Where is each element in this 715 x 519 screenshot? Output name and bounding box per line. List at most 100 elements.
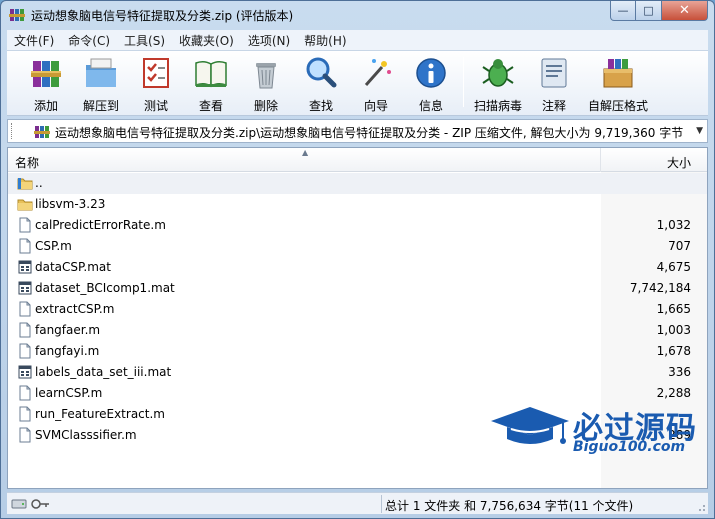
- list-item[interactable]: extractCSP.m 1,665: [8, 299, 707, 320]
- m-file-icon: [19, 238, 31, 254]
- list-item[interactable]: ..: [8, 173, 707, 194]
- window-controls: — □ ✕: [610, 1, 708, 21]
- list-item[interactable]: fangfayi.m 1,678: [8, 341, 707, 362]
- menu-commands[interactable]: 命令(C): [61, 32, 117, 49]
- file-size: 336: [668, 365, 691, 379]
- file-name: CSP.m: [35, 239, 72, 253]
- file-name: ..: [35, 176, 43, 190]
- add-books-icon: [31, 61, 61, 87]
- file-name: calPredictErrorRate.m: [35, 218, 166, 232]
- watermark: 必过源码 Biguo100.com: [487, 401, 696, 457]
- file-name: learnCSP.m: [35, 386, 103, 400]
- menu-bar: 文件(F) 命令(C) 工具(S) 收藏夹(O) 选项(N) 帮助(H): [7, 30, 708, 51]
- column-header-size[interactable]: 大小: [667, 154, 691, 171]
- resize-grip-icon[interactable]: [696, 502, 706, 512]
- minimize-button[interactable]: —: [610, 1, 636, 21]
- folder-up-icon: [17, 178, 33, 190]
- wizard-button[interactable]: 向导: [349, 53, 403, 113]
- list-item[interactable]: dataCSP.mat 4,675: [8, 257, 707, 278]
- m-file-icon: [19, 427, 31, 443]
- winrar-window: 运动想象脑电信号特征提取及分类.zip (评估版本) — □ ✕ 文件(F) 命…: [0, 0, 715, 519]
- menu-tools[interactable]: 工具(S): [117, 32, 172, 49]
- view-book-icon: [195, 60, 227, 88]
- m-file-icon: [19, 301, 31, 317]
- sfx-button[interactable]: 自解压格式: [585, 53, 651, 113]
- list-item[interactable]: fangfaer.m 1,003: [8, 320, 707, 341]
- file-size: 2,288: [656, 386, 691, 400]
- file-size: 707: [668, 239, 691, 253]
- comment-button[interactable]: 注释: [527, 53, 581, 113]
- status-bar: 总计 1 文件夹 和 7,756,634 字节(11 个文件): [7, 492, 708, 514]
- m-file-icon: [19, 322, 31, 338]
- file-size: 1,678: [656, 344, 691, 358]
- file-name: extractCSP.m: [35, 302, 115, 316]
- m-file-icon: [19, 217, 31, 233]
- winrar-app-icon[interactable]: [9, 7, 25, 23]
- m-file-icon: [19, 343, 31, 359]
- file-name: fangfaer.m: [35, 323, 101, 337]
- mat-file-icon: [18, 260, 32, 274]
- archive-icon: [34, 126, 50, 138]
- status-divider: [381, 495, 382, 513]
- list-item[interactable]: CSP.m 707: [8, 236, 707, 257]
- column-divider[interactable]: [600, 148, 601, 172]
- file-name: dataCSP.mat: [35, 260, 111, 274]
- mat-file-icon: [18, 281, 32, 295]
- sfx-box-icon: [603, 59, 633, 88]
- m-file-icon: [19, 385, 31, 401]
- close-button[interactable]: ✕: [662, 1, 708, 21]
- address-grip: [11, 123, 14, 139]
- file-name: labels_data_set_iii.mat: [35, 365, 172, 379]
- view-button[interactable]: 查看: [184, 53, 238, 113]
- column-header-name[interactable]: 名称: [15, 154, 39, 171]
- status-summary: 总计 1 文件夹 和 7,756,634 字节(11 个文件): [385, 499, 634, 513]
- add-button[interactable]: 添加: [19, 53, 73, 113]
- find-button[interactable]: 查找: [294, 53, 348, 113]
- menu-file[interactable]: 文件(F): [7, 32, 61, 49]
- toolbar-separator: [463, 57, 464, 107]
- file-size: 1,665: [656, 302, 691, 316]
- info-icon: [416, 58, 446, 88]
- file-name: fangfayi.m: [35, 344, 100, 358]
- menu-options[interactable]: 选项(N): [241, 32, 297, 49]
- file-name: run_FeatureExtract.m: [35, 407, 165, 421]
- maximize-button[interactable]: □: [636, 1, 662, 21]
- chevron-down-icon[interactable]: ▼: [696, 126, 703, 136]
- test-checklist-icon: [143, 58, 169, 88]
- status-drive-key-icon: [11, 499, 49, 509]
- title-bar: 运动想象脑电信号特征提取及分类.zip (评估版本) — □ ✕: [1, 1, 714, 30]
- file-size: 7,742,184: [629, 281, 691, 295]
- toolbar: 添加 解压到 测试 查看 删除 查找 向导 信息 扫描病毒 注释 自解压格式: [7, 51, 708, 116]
- file-size: 1,003: [656, 323, 691, 337]
- menu-favorites[interactable]: 收藏夹(O): [172, 32, 241, 49]
- list-header: 名称 ▲ 大小: [8, 148, 707, 172]
- mat-file-icon: [18, 365, 32, 379]
- file-name: SVMClasssifier.m: [35, 428, 137, 442]
- sort-arrow-icon: ▲: [302, 148, 309, 157]
- info-button[interactable]: 信息: [404, 53, 458, 113]
- list-item[interactable]: dataset_BCIcomp1.mat 7,742,184: [8, 278, 707, 299]
- watermark-domain: Biguo100.com: [573, 439, 686, 455]
- virus-scan-icon: [482, 59, 514, 87]
- list-item[interactable]: libsvm-3.23: [8, 194, 707, 215]
- file-size: 1,032: [656, 218, 691, 232]
- wizard-wand-icon: [364, 59, 391, 86]
- list-item[interactable]: labels_data_set_iii.mat 336: [8, 362, 707, 383]
- file-name: dataset_BCIcomp1.mat: [35, 281, 175, 295]
- window-title: 运动想象脑电信号特征提取及分类.zip (评估版本): [31, 9, 294, 23]
- archive-path: 运动想象脑电信号特征提取及分类.zip\运动想象脑电信号特征提取及分类 - ZI…: [55, 126, 684, 140]
- address-bar[interactable]: 运动想象脑电信号特征提取及分类.zip\运动想象脑电信号特征提取及分类 - ZI…: [7, 119, 708, 143]
- list-item[interactable]: calPredictErrorRate.m 1,032: [8, 215, 707, 236]
- graduation-cap-icon: [491, 407, 569, 444]
- trash-icon: [256, 63, 276, 89]
- extract-folder-icon: [86, 58, 116, 87]
- test-button[interactable]: 测试: [129, 53, 183, 113]
- comment-icon: [541, 58, 567, 88]
- virus-scan-button[interactable]: 扫描病毒: [467, 53, 529, 113]
- extract-to-button[interactable]: 解压到: [74, 53, 128, 113]
- file-size: 4,675: [656, 260, 691, 274]
- menu-help[interactable]: 帮助(H): [297, 32, 353, 49]
- folder-icon: [17, 199, 33, 211]
- file-name: libsvm-3.23: [35, 197, 106, 211]
- delete-button[interactable]: 删除: [239, 53, 293, 113]
